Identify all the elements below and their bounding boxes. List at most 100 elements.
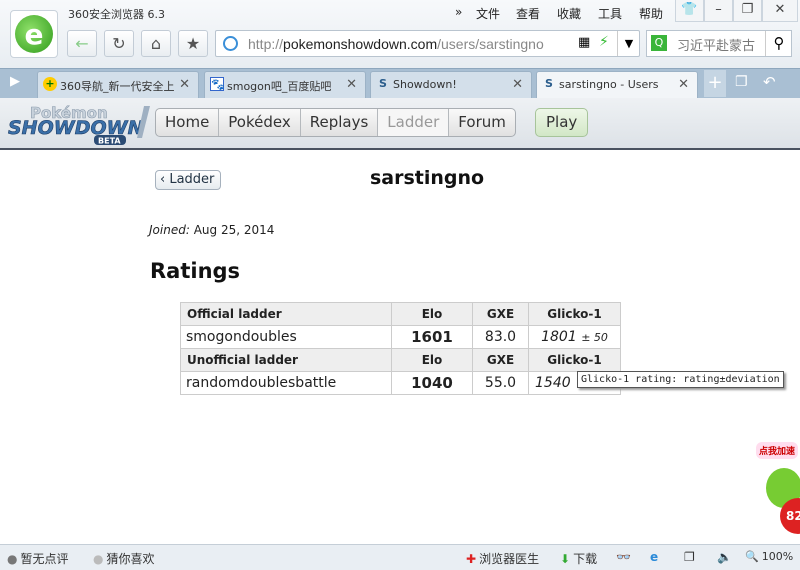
url-prefix: http:// xyxy=(248,36,284,52)
search-icon[interactable]: ⚲ xyxy=(765,31,792,56)
menu-view[interactable]: 查看 xyxy=(516,5,540,22)
url-domain: pokemonshowdown.com xyxy=(283,36,438,52)
tab-label: sarstingno - Users xyxy=(559,78,659,91)
tooltip: Glicko-1 rating: rating±deviation xyxy=(577,371,784,388)
new-tab-icon[interactable]: + xyxy=(704,70,726,97)
browser-logo: e xyxy=(10,10,58,58)
dropdown-icon[interactable]: ▼ xyxy=(617,31,640,56)
search-engine-icon[interactable]: Q xyxy=(651,35,667,51)
window-icon[interactable]: ❐ xyxy=(684,550,695,564)
glasses-icon[interactable]: 👓 xyxy=(616,550,631,564)
ladder-name[interactable]: smogondoubles xyxy=(180,325,392,349)
back-to-ladder-button[interactable]: ‹ Ladder xyxy=(155,170,222,190)
nav-replays[interactable]: Replays xyxy=(301,109,379,136)
favorite-star-icon[interactable]: ★ xyxy=(178,30,208,57)
sidebar-toggle-icon[interactable]: ▶ xyxy=(10,74,20,89)
zoom-control[interactable]: 🔍 100% xyxy=(745,550,793,563)
play-button[interactable]: Play xyxy=(535,108,589,137)
gxe-value: 55.0 xyxy=(472,371,529,395)
ratings-heading: Ratings xyxy=(150,259,241,283)
gxe-value: 83.0 xyxy=(472,325,529,349)
zoom-icon: 🔍 xyxy=(745,550,759,563)
chevron-left-icon: ‹ xyxy=(160,172,170,187)
volume-icon[interactable]: 🔈 xyxy=(717,550,732,564)
rating-label: 暂无点评 xyxy=(20,552,69,566)
restore-button[interactable]: ❐ xyxy=(733,0,762,22)
close-tab-icon[interactable]: ✕ xyxy=(179,77,190,92)
svg-text:BETA: BETA xyxy=(98,137,121,146)
nav-pokedex[interactable]: Pokédex xyxy=(219,109,301,136)
dot-icon: ● xyxy=(93,551,104,566)
apple-icon: ● xyxy=(7,551,18,566)
doctor-label: 浏览器医生 xyxy=(479,552,540,566)
speed-up-widget[interactable]: 点我加速 82 xyxy=(752,440,800,540)
home-icon[interactable]: ⌂ xyxy=(141,30,171,57)
close-tab-icon[interactable]: ✕ xyxy=(678,77,689,92)
skin-icon[interactable]: 👕 xyxy=(675,0,704,22)
close-tab-icon[interactable]: ✕ xyxy=(346,77,357,92)
browser-doctor[interactable]: ✚ 浏览器医生 xyxy=(466,550,539,567)
search-box[interactable]: Q 习近平赴蒙古 ⚲ xyxy=(646,30,792,57)
table-row: smogondoubles 1601 83.0 1801 ± 50 xyxy=(180,325,621,349)
menu-more[interactable]: » xyxy=(455,5,462,19)
column-header: GXE xyxy=(472,348,529,372)
glicko-value: 1801 ± 50 xyxy=(528,325,621,349)
minimize-button[interactable]: – xyxy=(704,0,733,22)
qr-code-icon[interactable]: ▦ xyxy=(578,35,590,50)
status-bar: ● 暂无点评 ● 猜你喜欢 ✚ 浏览器医生 ⬇ 下载 👓 e ❐ 🔈 🔍 100% xyxy=(0,544,800,570)
tab-label: Showdown! xyxy=(393,78,457,91)
glicko-rating: 1801 xyxy=(541,329,577,345)
column-header: GXE xyxy=(472,302,529,326)
joined-info: Joined: Aug 25, 2014 xyxy=(149,223,274,237)
tab-sarstingno[interactable]: Ssarstingno - Users ✕ xyxy=(536,71,698,98)
menu-tools[interactable]: 工具 xyxy=(598,5,622,22)
tab-smogon[interactable]: 🐾 smogon吧_百度贴吧 ✕ xyxy=(204,71,366,98)
pokemon-showdown-logo[interactable]: Pokémon SHOWDOWN BETA xyxy=(6,102,152,146)
table-row: randomdoublesbattle 1040 55.0 1540 xyxy=(180,371,621,395)
recommend-status[interactable]: ● 猜你喜欢 xyxy=(93,550,155,567)
column-header: Official ladder xyxy=(180,302,392,326)
nav-home[interactable]: Home xyxy=(156,109,220,136)
table-header: Unofficial ladder Elo GXE Glicko-1 xyxy=(180,348,621,372)
recommend-label: 猜你喜欢 xyxy=(106,552,155,566)
browser-titlebar: e 360安全浏览器 6.3 » 文件 查看 收藏 工具 帮助 👕 – ❐ ✕ … xyxy=(0,0,800,68)
back-icon[interactable]: ← xyxy=(67,30,97,57)
address-bar[interactable]: http://pokemonshowdown.com/users/sarstin… xyxy=(215,30,640,57)
column-header: Glicko-1 xyxy=(528,348,621,372)
menu-help[interactable]: 帮助 xyxy=(639,5,663,22)
column-header: Elo xyxy=(391,302,473,326)
undo-close-icon[interactable]: ↶ xyxy=(763,73,776,91)
close-tab-icon[interactable]: ✕ xyxy=(512,77,523,92)
glicko-rating: 1540 xyxy=(535,375,571,391)
ladder-name[interactable]: randomdoublesbattle xyxy=(180,371,392,395)
url-text[interactable]: http://pokemonshowdown.com/users/sarstin… xyxy=(248,36,544,52)
download-label: 下载 xyxy=(573,552,598,566)
elo-value: 1601 xyxy=(391,325,473,349)
tab-label: 360导航_新一代安全上网导航 xyxy=(60,80,175,93)
nav-forum[interactable]: Forum xyxy=(449,109,515,136)
tab-showdown[interactable]: S Showdown! ✕ xyxy=(370,71,532,98)
refresh-icon[interactable]: ↻ xyxy=(104,30,134,57)
page-title: sarstingno xyxy=(370,167,485,189)
search-input[interactable]: 习近平赴蒙古 xyxy=(677,35,761,54)
tab-list-icon[interactable]: ❐ xyxy=(735,74,748,90)
nav-ladder[interactable]: Ladder xyxy=(378,109,450,136)
showdown-icon: S xyxy=(379,77,387,90)
menu-file[interactable]: 文件 xyxy=(476,5,500,22)
app-title: 360安全浏览器 6.3 xyxy=(68,8,165,21)
close-button[interactable]: ✕ xyxy=(762,0,798,22)
speed-label: 点我加速 xyxy=(756,442,799,459)
column-header: Elo xyxy=(391,348,473,372)
joined-label: Joined: xyxy=(149,223,190,237)
download-button[interactable]: ⬇ 下载 xyxy=(560,550,597,567)
speed-bolt-icon[interactable]: ⚡ xyxy=(599,34,609,50)
baidu-paw-icon: 🐾 xyxy=(210,77,225,91)
back-label: Ladder xyxy=(169,172,215,187)
tab-360[interactable]: +360导航_新一代安全上网导航 ✕ xyxy=(37,71,199,98)
ie-logo-icon: e xyxy=(15,15,53,53)
ie-mode-icon[interactable]: e xyxy=(650,550,658,564)
rating-status[interactable]: ● 暂无点评 xyxy=(7,550,69,567)
menu-favorites[interactable]: 收藏 xyxy=(557,5,581,22)
column-header: Glicko-1 xyxy=(528,302,621,326)
download-arrow-icon: ⬇ xyxy=(560,551,571,566)
